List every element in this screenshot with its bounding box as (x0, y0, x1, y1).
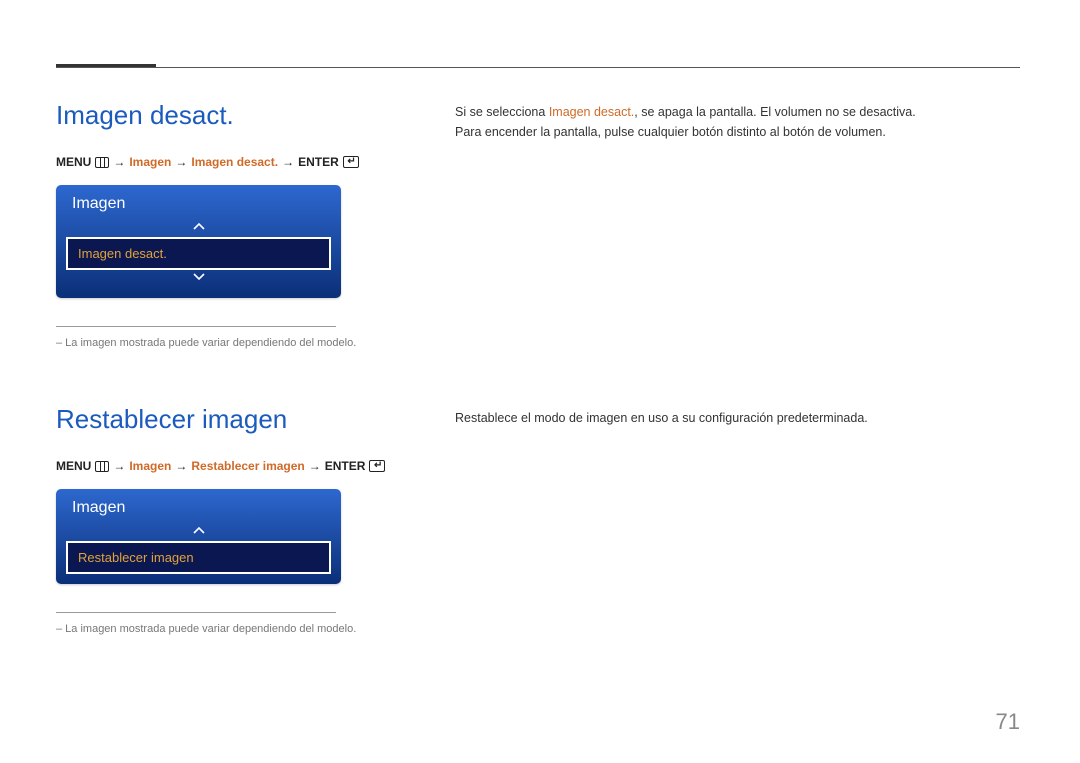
breadcrumb-restablecer: MENU → Imagen → Restablecer imagen → ENT… (56, 459, 416, 473)
heading-imagen-desact: Imagen desact. (56, 100, 416, 131)
note-text: – La imagen mostrada puede variar depend… (56, 337, 416, 349)
section-imagen-desact-left: Imagen desact. MENU → Imagen → Imagen de… (56, 100, 416, 349)
osd-title: Imagen (56, 489, 341, 523)
desc-pre: Si se selecciona (455, 105, 549, 119)
section-restablecer-left: Restablecer imagen MENU → Imagen → Resta… (56, 404, 416, 635)
breadcrumb-arrow: → (175, 155, 187, 169)
enter-icon (343, 156, 359, 168)
section-imagen-desact-desc: Si se selecciona Imagen desact., se apag… (455, 102, 1015, 142)
heading-restablecer: Restablecer imagen (56, 404, 416, 435)
chevron-up-icon (192, 220, 206, 234)
breadcrumb-arrow: → (282, 155, 294, 169)
note-divider (56, 612, 336, 613)
osd-up-arrow-row (56, 523, 341, 541)
header-rule (56, 67, 1020, 68)
page-number: 71 (996, 709, 1020, 735)
enter-icon (369, 460, 385, 472)
chevron-down-icon (192, 271, 206, 285)
breadcrumb-enter-label: ENTER (325, 459, 366, 473)
osd-selected-item: Imagen desact. (66, 237, 331, 270)
breadcrumb-menu-label: MENU (56, 155, 91, 169)
breadcrumb-item-restablecer: Restablecer imagen (191, 459, 304, 473)
osd-panel-restablecer: Imagen Restablecer imagen (56, 489, 341, 584)
breadcrumb-arrow: → (113, 155, 125, 169)
breadcrumb-enter-label: ENTER (298, 155, 339, 169)
osd-up-arrow-row (56, 219, 341, 237)
osd-down-arrow-row (56, 270, 341, 288)
breadcrumb-item-imagen: Imagen (129, 155, 171, 169)
osd-panel-imagen-desact: Imagen Imagen desact. (56, 185, 341, 298)
chevron-up-icon (192, 524, 206, 538)
desc-line-1: Si se selecciona Imagen desact., se apag… (455, 102, 1015, 122)
breadcrumb-arrow: → (309, 459, 321, 473)
osd-title: Imagen (56, 185, 341, 219)
osd-selected-item: Restablecer imagen (66, 541, 331, 574)
section-restablecer-desc: Restablece el modo de imagen en uso a su… (455, 408, 1015, 428)
breadcrumb-arrow: → (113, 459, 125, 473)
breadcrumb-item-imagen: Imagen (129, 459, 171, 473)
desc-highlight: Imagen desact. (549, 105, 634, 119)
breadcrumb-item-imagen-desact: Imagen desact. (191, 155, 278, 169)
menu-icon (95, 461, 109, 472)
breadcrumb-arrow: → (175, 459, 187, 473)
note-text: – La imagen mostrada puede variar depend… (56, 623, 416, 635)
note-divider (56, 326, 336, 327)
desc-line-2: Para encender la pantalla, pulse cualqui… (455, 122, 1015, 142)
breadcrumb-imagen-desact: MENU → Imagen → Imagen desact. → ENTER (56, 155, 416, 169)
desc-line: Restablece el modo de imagen en uso a su… (455, 408, 1015, 428)
desc-post: , se apaga la pantalla. El volumen no se… (634, 105, 915, 119)
menu-icon (95, 157, 109, 168)
breadcrumb-menu-label: MENU (56, 459, 91, 473)
